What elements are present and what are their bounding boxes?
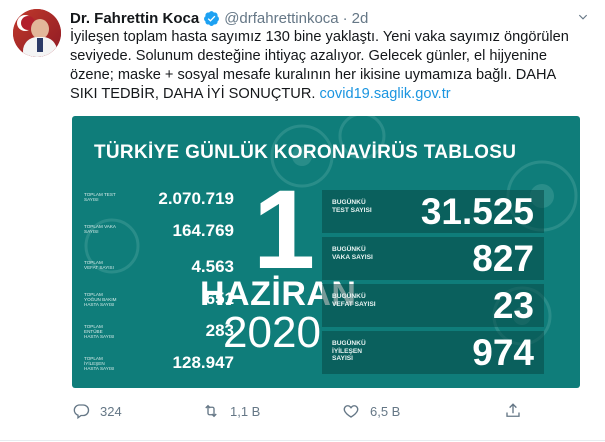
chevron-down-icon[interactable] (575, 10, 591, 24)
today-stat-value: 31.525 (420, 191, 534, 232)
total-stat-label: TOPLAM VAKA SAYISI (84, 224, 116, 235)
tweet-time[interactable]: 2d (352, 10, 369, 27)
total-stat-label: TOPLAM İYİLEŞEN HASTA SAYISI (84, 356, 115, 372)
verified-badge-icon (204, 10, 220, 26)
total-stat: TOPLAM TEST SAYISI 2.070.719 (84, 188, 234, 212)
today-stat-label: BUGÜNKÜ İYİLEŞEN SAYISI (332, 340, 366, 363)
tweet[interactable]: Dr. Fahrettin Koca @drfahrettinkoca · 2d… (0, 0, 605, 442)
total-stat-label: TOPLAM VEFAT SAYISI (84, 260, 114, 271)
like-icon (343, 405, 359, 418)
today-stat-label: BUGÜNKÜ VEFAT SAYISI (332, 293, 376, 308)
tweet-text: İyileşen toplam hasta sayımız 130 bine y… (70, 28, 590, 104)
author-name[interactable]: Dr. Fahrettin Koca (70, 10, 199, 27)
tweet-text-line: İyileşen toplam hasta sayımız 130 bine y… (70, 29, 569, 45)
total-stat-label: TOPLAM ENTÜBE HASTA SAYISI (84, 324, 115, 340)
divider (0, 440, 605, 441)
retweet-count: 1,1 B (230, 403, 261, 419)
retweet-button[interactable]: 1,1 B (202, 400, 260, 422)
share-button[interactable] (504, 400, 522, 422)
author-handle[interactable]: @drfahrettinkoca (224, 10, 338, 27)
tweet-text-line: özene; maske + sosyal mesafe kuralının h… (70, 67, 557, 83)
today-stat-value: 827 (472, 238, 534, 279)
today-stat-label: BUGÜNKÜ VAKA SAYISI (332, 246, 373, 261)
tweet-text-span: SIKI TEDBİR, DAHA İYİ SONUÇTUR. (70, 86, 320, 102)
total-stat: TOPLAM VAKA SAYISI 164.769 (84, 220, 234, 244)
card-title: TÜRKİYE GÜNLÜK KORONAVİRÜS TABLOSU (94, 142, 517, 163)
avatar[interactable] (13, 9, 61, 57)
like-count: 6,5 B (370, 403, 401, 419)
today-stat-value: 974 (472, 332, 534, 373)
date-year: 2020 (223, 308, 321, 357)
total-stat-label: TOPLAM YOĞUN BAKIM HASTA SAYISI (84, 292, 117, 308)
today-stat-label: BUGÜNKÜ TEST SAYISI (332, 199, 372, 214)
reply-count: 324 (100, 403, 122, 419)
tweet-text-line: SIKI TEDBİR, DAHA İYİ SONUÇTUR. covid19.… (70, 85, 590, 104)
today-stat: BUGÜNKÜ VEFAT SAYISI 23 (322, 284, 544, 327)
separator-dot: · (342, 9, 348, 27)
today-stat: BUGÜNKÜ İYİLEŞEN SAYISI 974 (322, 331, 544, 374)
today-panel: BUGÜNKÜ TEST SAYISI 31.525 BUGÜNKÜ VAKA … (322, 190, 544, 376)
date-month: HAZİRAN (200, 275, 357, 313)
tweet-actions: 324 1,1 B 6,5 B (72, 400, 542, 422)
today-stat-value: 23 (492, 285, 534, 326)
total-stat-value: 2.070.719 (158, 189, 234, 208)
today-stat: BUGÜNKÜ TEST SAYISI 31.525 (322, 190, 544, 233)
media-card[interactable]: TÜRKİYE GÜNLÜK KORONAVİRÜS TABLOSU TOPLA… (72, 116, 580, 388)
tweet-text-line: seviyede. Solunum desteğine ihtiyaç azal… (70, 48, 548, 64)
today-stat: BUGÜNKÜ VAKA SAYISI 827 (322, 237, 544, 280)
reply-icon (73, 404, 90, 420)
share-icon (506, 403, 520, 417)
tweet-header: Dr. Fahrettin Koca @drfahrettinkoca · 2d (70, 8, 368, 28)
tweet-link[interactable]: covid19.saglik.gov.tr (320, 86, 451, 102)
like-button[interactable]: 6,5 B (342, 400, 400, 422)
retweet-icon (205, 404, 217, 418)
reply-button[interactable]: 324 (72, 400, 122, 422)
total-stat-label: TOPLAM TEST SAYISI (84, 192, 116, 203)
